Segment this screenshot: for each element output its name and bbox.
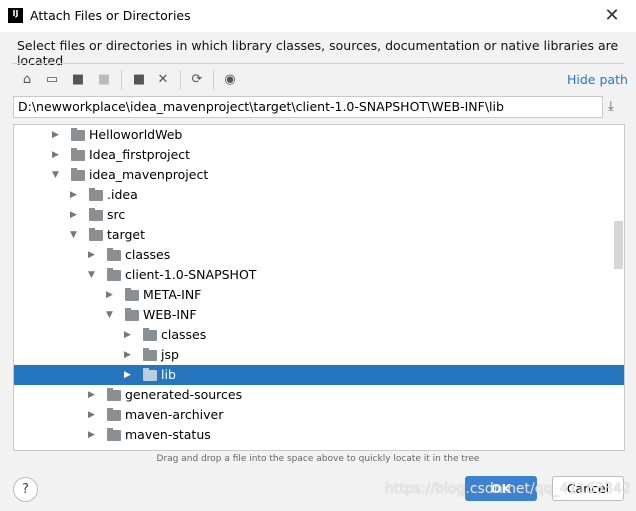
chevron-right-icon[interactable]: ▶ — [52, 145, 59, 165]
chevron-right-icon[interactable]: ▶ — [124, 345, 131, 365]
tree-node[interactable]: ▶ classes — [14, 245, 624, 265]
tree-node[interactable]: ▶ Idea_firstproject — [14, 145, 624, 165]
chevron-right-icon[interactable]: ▶ — [106, 285, 113, 305]
chevron-right-icon[interactable]: ▶ — [88, 385, 95, 405]
tree-node-label: jsp — [161, 347, 179, 362]
tree-node[interactable]: ▼ WEB-INF — [14, 305, 624, 325]
tree-node[interactable]: ▼ client-1.0-SNAPSHOT — [14, 265, 624, 285]
toolbar-separator — [180, 70, 181, 90]
download-icon[interactable]: ⤓ — [608, 99, 614, 114]
chevron-right-icon[interactable]: ▶ — [70, 185, 77, 205]
chevron-right-icon[interactable]: ▶ — [124, 325, 131, 345]
chevron-right-icon[interactable]: ▶ — [88, 405, 95, 425]
path-input[interactable]: D:\newworkplace\idea_mavenproject\target… — [13, 96, 603, 118]
hide-path-link[interactable]: Hide path — [567, 72, 628, 87]
desktop-icon[interactable]: ▭ — [42, 70, 62, 90]
toolbar-separator — [213, 70, 214, 90]
project-folder-icon[interactable]: ■ — [68, 70, 88, 90]
intellij-app-icon: IJ — [8, 8, 23, 23]
chevron-right-icon[interactable]: ▶ — [52, 125, 59, 145]
tree-node-label: WEB-INF — [143, 307, 197, 322]
tree-node-label: idea_mavenproject — [89, 167, 209, 182]
folder-icon — [107, 408, 121, 421]
chevron-right-icon[interactable]: ▶ — [88, 245, 95, 265]
folder-icon — [107, 248, 121, 261]
folder-icon — [89, 208, 103, 221]
folder-icon — [89, 188, 103, 201]
folder-icon — [143, 348, 157, 361]
tree-node[interactable]: ▶ HelloworldWeb — [14, 125, 624, 145]
tree-node[interactable]: ▶ maven-status — [14, 425, 624, 445]
chevron-right-icon[interactable]: ▶ — [70, 205, 77, 225]
tree-node-label: generated-sources — [125, 387, 243, 402]
delete-icon[interactable]: ✕ — [153, 70, 173, 90]
help-button[interactable]: ? — [13, 477, 38, 502]
folder-icon — [107, 388, 121, 401]
new-folder-icon[interactable]: ■ — [129, 70, 149, 90]
tree-node[interactable]: ▶ maven-archiver — [14, 405, 624, 425]
folder-icon — [125, 288, 139, 301]
tree-node-label: client-1.0-SNAPSHOT — [125, 267, 257, 282]
folder-icon — [143, 328, 157, 341]
watermark: https://blog.csdn.net/qq_41163342 — [385, 481, 631, 497]
tree-node[interactable]: ▶ classes — [14, 325, 624, 345]
tree-node-label: src — [107, 207, 126, 222]
tree-node[interactable]: ▶ jsp — [14, 345, 624, 365]
tree-node-label: maven-status — [125, 427, 211, 442]
tree-node[interactable]: ▶ src — [14, 205, 624, 225]
scrollbar-thumb[interactable] — [614, 221, 623, 269]
folder-icon — [107, 428, 121, 441]
chevron-down-icon[interactable]: ▼ — [52, 165, 59, 185]
tree-node[interactable]: ▼ target — [14, 225, 624, 245]
module-folder-icon[interactable]: ■ — [94, 70, 114, 90]
tree-node-label: classes — [125, 247, 171, 262]
toolbar-separator — [121, 70, 122, 90]
chevron-right-icon[interactable]: ▶ — [88, 425, 95, 445]
tree-node-label: lib — [161, 367, 176, 382]
folder-icon — [143, 368, 157, 381]
home-icon[interactable]: ⌂ — [17, 70, 37, 90]
tree-node-label: maven-archiver — [125, 407, 224, 422]
folder-icon — [107, 268, 121, 281]
chevron-down-icon[interactable]: ▼ — [70, 225, 77, 245]
folder-icon — [71, 148, 85, 161]
chevron-down-icon[interactable]: ▼ — [88, 265, 95, 285]
tree-node[interactable]: ▶ META-INF — [14, 285, 624, 305]
folder-icon — [71, 128, 85, 141]
refresh-icon[interactable]: ⟳ — [187, 70, 207, 90]
close-icon[interactable]: ✕ — [600, 4, 624, 28]
tree-node-label: .idea — [107, 187, 138, 202]
drag-drop-hint: Drag and drop a file into the space abov… — [156, 454, 480, 464]
window-title: Attach Files or Directories — [30, 8, 191, 23]
tree-node-label: HelloworldWeb — [89, 127, 183, 142]
tree-node[interactable]: ▼ idea_mavenproject — [14, 165, 624, 185]
folder-icon — [125, 308, 139, 321]
tree-node[interactable]: ▶ lib — [14, 365, 624, 385]
tree-node-label: target — [107, 227, 146, 242]
chevron-down-icon[interactable]: ▼ — [106, 305, 113, 325]
tree-node-label: classes — [161, 327, 207, 342]
tree-node[interactable]: ▶ generated-sources — [14, 385, 624, 405]
folder-icon — [89, 228, 103, 241]
file-tree[interactable]: ▶ HelloworldWeb ▶ Idea_firstproject ▼ idea_ma… — [13, 124, 625, 451]
folder-icon — [71, 168, 85, 181]
tree-node[interactable]: ▶ .idea — [14, 185, 624, 205]
chevron-right-icon[interactable]: ▶ — [124, 365, 131, 385]
divider — [12, 63, 624, 64]
tree-node-label: Idea_firstproject — [89, 147, 191, 162]
show-hidden-icon[interactable]: ◉ — [220, 70, 240, 90]
tree-node-label: META-INF — [143, 287, 202, 302]
